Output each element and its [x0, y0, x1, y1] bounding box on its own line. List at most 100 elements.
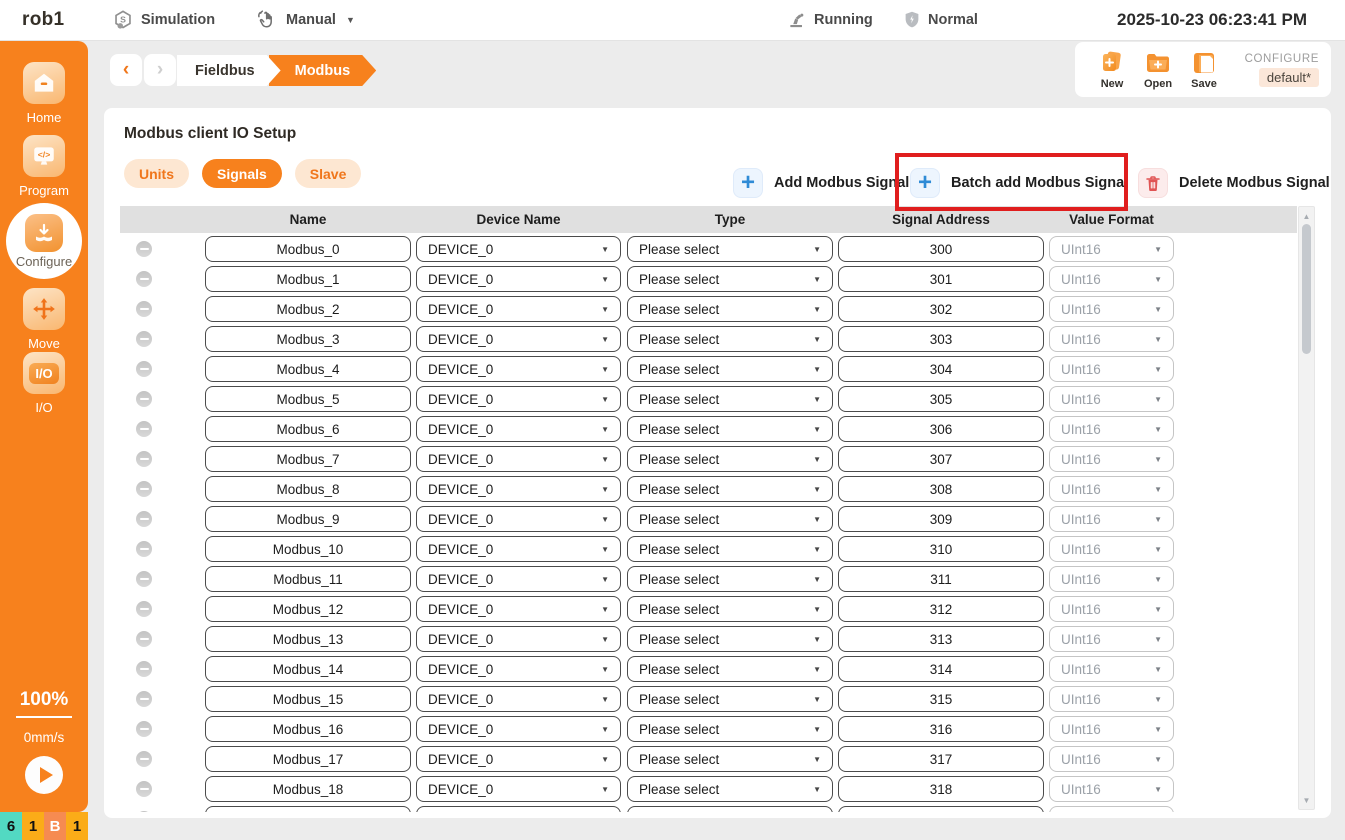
signal-type-select[interactable]: Please select▼: [627, 656, 833, 682]
add-modbus-signal-button[interactable]: + Add Modbus Signal: [733, 168, 909, 198]
remove-row-button[interactable]: [136, 781, 152, 797]
signal-address-input[interactable]: 301: [838, 266, 1044, 292]
delete-modbus-signal-button[interactable]: Delete Modbus Signal: [1138, 168, 1330, 198]
remove-row-button[interactable]: [136, 301, 152, 317]
forward-button[interactable]: ›: [144, 54, 176, 86]
signal-address-input[interactable]: 312: [838, 596, 1044, 622]
device-name-select[interactable]: DEVICE_0▼: [416, 626, 621, 652]
remove-row-button[interactable]: [136, 451, 152, 467]
signal-type-select[interactable]: Please select▼: [627, 356, 833, 382]
device-name-select[interactable]: DEVICE_0▼: [416, 686, 621, 712]
configure-current-file[interactable]: default*: [1259, 68, 1319, 87]
signal-address-input[interactable]: 314: [838, 656, 1044, 682]
signal-address-input[interactable]: 305: [838, 386, 1044, 412]
signal-name-input[interactable]: Modbus_1: [205, 266, 411, 292]
new-config-button[interactable]: New: [1089, 49, 1135, 90]
scroll-up-arrow[interactable]: ▲: [1299, 209, 1314, 223]
device-name-select[interactable]: ▼: [416, 806, 621, 812]
signal-name-input[interactable]: Modbus_11: [205, 566, 411, 592]
scroll-down-arrow[interactable]: ▼: [1299, 793, 1314, 807]
signal-type-select[interactable]: Please select▼: [627, 536, 833, 562]
tab-units[interactable]: Units: [124, 159, 189, 188]
device-name-select[interactable]: DEVICE_0▼: [416, 596, 621, 622]
value-format-select[interactable]: UInt16▼: [1049, 326, 1174, 352]
device-name-select[interactable]: DEVICE_0▼: [416, 656, 621, 682]
breadcrumb-item-modbus[interactable]: Modbus: [269, 55, 377, 86]
tab-slave[interactable]: Slave: [295, 159, 362, 188]
sidebar-item-program[interactable]: </> Program: [0, 135, 88, 198]
signal-address-input[interactable]: 303: [838, 326, 1044, 352]
breadcrumb-item-fieldbus[interactable]: Fieldbus: [177, 55, 281, 86]
signal-type-select[interactable]: Please select▼: [627, 596, 833, 622]
value-format-select[interactable]: UInt16▼: [1049, 626, 1174, 652]
value-format-select[interactable]: UInt16▼: [1049, 476, 1174, 502]
signal-name-input[interactable]: [205, 806, 411, 812]
value-format-select[interactable]: UInt16▼: [1049, 536, 1174, 562]
value-format-select[interactable]: UInt16▼: [1049, 656, 1174, 682]
remove-row-button[interactable]: [136, 721, 152, 737]
remove-row-button[interactable]: [136, 631, 152, 647]
signal-type-select[interactable]: Please select▼: [627, 476, 833, 502]
device-name-select[interactable]: DEVICE_0▼: [416, 356, 621, 382]
value-format-select[interactable]: ▼: [1049, 806, 1174, 812]
signal-type-select[interactable]: Please select▼: [627, 326, 833, 352]
device-name-select[interactable]: DEVICE_0▼: [416, 476, 621, 502]
value-format-select[interactable]: UInt16▼: [1049, 236, 1174, 262]
sidebar-item-move[interactable]: Move: [0, 288, 88, 351]
signal-type-select[interactable]: Please select▼: [627, 746, 833, 772]
remove-row-button[interactable]: [136, 811, 152, 812]
signal-name-input[interactable]: Modbus_9: [205, 506, 411, 532]
signal-name-input[interactable]: Modbus_0: [205, 236, 411, 262]
signal-name-input[interactable]: Modbus_6: [205, 416, 411, 442]
signal-type-select[interactable]: Please select▼: [627, 686, 833, 712]
control-mode-dropdown[interactable]: Manual ▼: [255, 0, 355, 40]
signal-name-input[interactable]: Modbus_18: [205, 776, 411, 802]
scrollbar-thumb[interactable]: [1302, 224, 1311, 354]
device-name-select[interactable]: DEVICE_0▼: [416, 266, 621, 292]
open-config-button[interactable]: Open: [1135, 49, 1181, 90]
device-name-select[interactable]: DEVICE_0▼: [416, 416, 621, 442]
remove-row-button[interactable]: [136, 751, 152, 767]
device-name-select[interactable]: DEVICE_0▼: [416, 746, 621, 772]
signal-type-select[interactable]: Please select▼: [627, 566, 833, 592]
remove-row-button[interactable]: [136, 271, 152, 287]
remove-row-button[interactable]: [136, 331, 152, 347]
simulation-mode-indicator[interactable]: S Simulation: [112, 0, 215, 40]
signal-name-input[interactable]: Modbus_8: [205, 476, 411, 502]
signal-name-input[interactable]: Modbus_13: [205, 626, 411, 652]
signal-type-select[interactable]: Please select▼: [627, 446, 833, 472]
device-name-select[interactable]: DEVICE_0▼: [416, 446, 621, 472]
value-format-select[interactable]: UInt16▼: [1049, 596, 1174, 622]
signal-name-input[interactable]: Modbus_10: [205, 536, 411, 562]
speed-percent[interactable]: 100%: [0, 689, 88, 711]
back-button[interactable]: ‹: [110, 54, 142, 86]
device-name-select[interactable]: DEVICE_0▼: [416, 536, 621, 562]
sidebar-item-configure[interactable]: Configure: [0, 203, 88, 279]
remove-row-button[interactable]: [136, 391, 152, 407]
value-format-select[interactable]: UInt16▼: [1049, 776, 1174, 802]
signal-type-select[interactable]: Please select▼: [627, 716, 833, 742]
signal-address-input[interactable]: 308: [838, 476, 1044, 502]
value-format-select[interactable]: UInt16▼: [1049, 746, 1174, 772]
signal-type-select[interactable]: Please select▼: [627, 416, 833, 442]
signal-address-input[interactable]: 313: [838, 626, 1044, 652]
signal-address-input[interactable]: 302: [838, 296, 1044, 322]
signal-address-input[interactable]: 316: [838, 716, 1044, 742]
signal-address-input[interactable]: 309: [838, 506, 1044, 532]
value-format-select[interactable]: UInt16▼: [1049, 686, 1174, 712]
value-format-select[interactable]: UInt16▼: [1049, 566, 1174, 592]
signal-address-input[interactable]: 310: [838, 536, 1044, 562]
tab-signals[interactable]: Signals: [202, 159, 282, 188]
signal-type-select[interactable]: Please select▼: [627, 626, 833, 652]
signal-name-input[interactable]: Modbus_14: [205, 656, 411, 682]
signal-address-input[interactable]: 306: [838, 416, 1044, 442]
signal-name-input[interactable]: Modbus_16: [205, 716, 411, 742]
signal-type-select[interactable]: ▼: [627, 806, 833, 812]
signal-address-input[interactable]: 307: [838, 446, 1044, 472]
remove-row-button[interactable]: [136, 481, 152, 497]
signal-name-input[interactable]: Modbus_7: [205, 446, 411, 472]
signal-address-input[interactable]: 317: [838, 746, 1044, 772]
value-format-select[interactable]: UInt16▼: [1049, 716, 1174, 742]
remove-row-button[interactable]: [136, 571, 152, 587]
signal-type-select[interactable]: Please select▼: [627, 296, 833, 322]
